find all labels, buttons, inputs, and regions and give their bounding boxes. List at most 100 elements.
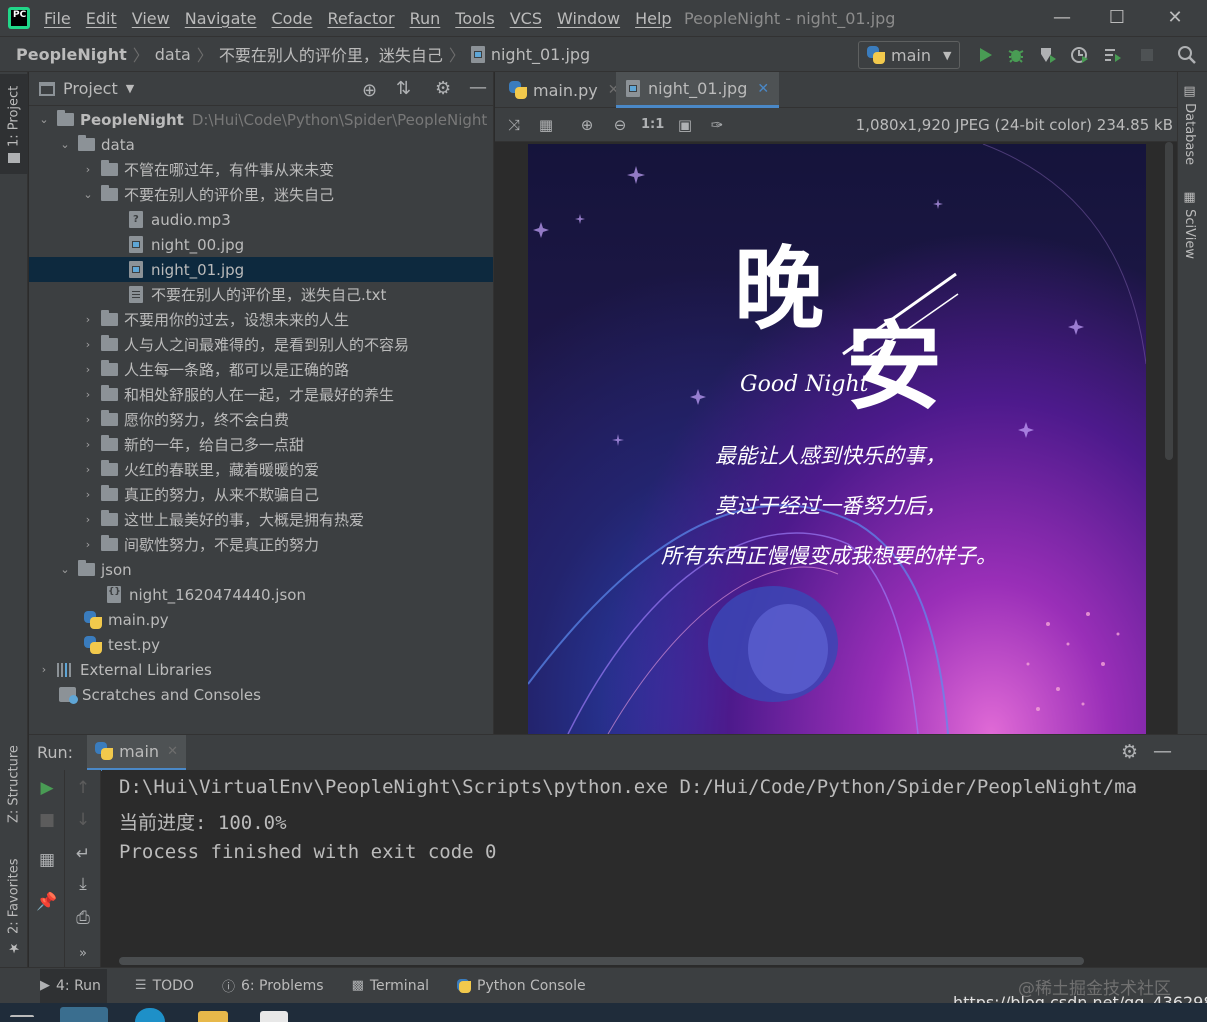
tool-tab-run[interactable]: ▶ 4: Run [40, 968, 107, 1003]
close-icon[interactable]: ✕ [167, 744, 178, 759]
tree-row-folder[interactable]: › 不要用你的过去，设想未来的人生 [29, 307, 493, 332]
zoom-out-icon[interactable]: ⊖ [610, 115, 630, 135]
close-icon[interactable]: ✕ [1163, 6, 1187, 30]
tree-row-root[interactable]: ⌄ PeopleNight D:\Hui\Code\Python\Spider\… [29, 107, 493, 132]
actual-size-button[interactable]: 1:1 [641, 115, 664, 135]
run-config-selector[interactable]: main ▼ [858, 41, 960, 69]
chevron-right-icon[interactable]: › [81, 488, 95, 501]
fit-zoom-icon[interactable]: ⤨ [504, 115, 524, 135]
chevron-down-icon[interactable]: ⌄ [58, 138, 72, 151]
tree-row-file[interactable]: night_00.jpg [29, 232, 493, 257]
menu-navigate[interactable]: Navigate [185, 9, 257, 28]
chevron-right-icon[interactable]: › [81, 338, 95, 351]
tree-row-file[interactable]: audio.mp3 [29, 207, 493, 232]
close-icon[interactable]: ✕ [757, 81, 769, 97]
chevron-right-icon[interactable]: › [37, 663, 51, 676]
chevron-right-icon[interactable]: › [81, 388, 95, 401]
chevron-right-icon[interactable]: › [81, 438, 95, 451]
tree-row-file[interactable]: 不要在别人的评价里，迷失自己.txt [29, 282, 493, 307]
taskbar-notepad-icon[interactable] [260, 1011, 288, 1022]
tree-row-folder[interactable]: › 愿你的努力，终不会白费 [29, 407, 493, 432]
chevron-down-icon[interactable]: ▼ [126, 82, 134, 95]
tab-night-01-jpg[interactable]: night_01.jpg ✕ [616, 72, 780, 108]
gear-icon[interactable]: ⚙ [435, 78, 451, 99]
grid-icon[interactable]: ▦ [536, 115, 556, 135]
gear-icon[interactable]: ⚙ [1121, 741, 1138, 763]
chevron-right-icon[interactable]: › [81, 463, 95, 476]
chevron-right-icon[interactable]: › [81, 513, 95, 526]
print-icon[interactable]: ⎙ [65, 904, 101, 932]
chevron-right-icon[interactable]: › [81, 538, 95, 551]
menu-vcs[interactable]: VCS [510, 9, 542, 28]
pin-icon[interactable]: 📌 [29, 888, 65, 916]
tab-database-tool[interactable]: ▤ Database [1182, 84, 1197, 165]
breadcrumb-file[interactable]: night_01.jpg [491, 45, 590, 64]
chevron-down-icon[interactable]: ⌄ [37, 113, 51, 126]
breadcrumb-project[interactable]: PeopleNight [16, 45, 127, 64]
menu-code[interactable]: Code [272, 9, 313, 28]
layout-icon[interactable]: ▦ [29, 846, 65, 874]
minimize-icon[interactable]: — [1050, 6, 1074, 30]
tree-row-folder[interactable]: › 间歇性努力，不是真正的努力 [29, 532, 493, 557]
chevron-right-icon[interactable]: › [81, 163, 95, 176]
hide-panel-icon[interactable]: — [469, 77, 487, 98]
tree-row-scratches[interactable]: Scratches and Consoles [29, 682, 493, 707]
more-icon[interactable]: » [65, 940, 101, 968]
tree-row-data[interactable]: ⌄ data [29, 132, 493, 157]
run-console[interactable]: D:\Hui\VirtualEnv\PeopleNight\Scripts\py… [102, 770, 1177, 967]
locate-icon[interactable]: ⊕ [362, 80, 377, 101]
search-icon[interactable] [1177, 45, 1197, 65]
taskbar-explorer-icon[interactable] [198, 1011, 228, 1022]
tree-row-folder[interactable]: › 这世上最美好的事，大概是拥有热爱 [29, 507, 493, 532]
menu-refactor[interactable]: Refactor [327, 9, 394, 28]
collapse-all-icon[interactable]: ⇅ [396, 78, 411, 99]
taskbar-browser-icon[interactable] [135, 1008, 165, 1022]
menu-help[interactable]: Help [635, 9, 671, 28]
chevron-right-icon[interactable]: › [81, 363, 95, 376]
tab-project-tool[interactable]: 1: Project [0, 74, 28, 174]
debug-icon[interactable] [1006, 45, 1026, 65]
tab-favorites-tool[interactable]: ★ 2: Favorites [0, 857, 28, 957]
fit-window-icon[interactable]: ▣ [675, 115, 695, 135]
tree-row-file[interactable]: main.py [29, 607, 493, 632]
breadcrumb-folder[interactable]: 不要在别人的评价里，迷失自己 [219, 42, 443, 66]
tool-tab-terminal[interactable]: ▩ Terminal [352, 978, 429, 994]
taskbar-pycharm-icon[interactable] [60, 1007, 108, 1022]
breadcrumb-data[interactable]: data [155, 45, 191, 64]
chevron-down-icon[interactable]: ⌄ [58, 563, 72, 576]
tab-main-py[interactable]: main.py ✕ [499, 72, 629, 108]
scroll-to-end-icon[interactable]: ⤓ [65, 870, 101, 898]
arrow-up-icon[interactable]: ↑ [65, 774, 101, 802]
tree-row-file[interactable]: test.py [29, 632, 493, 657]
run-icon[interactable] [975, 45, 995, 65]
run-tab-main[interactable]: main ✕ [87, 734, 186, 771]
tree-row-folder[interactable]: › 人生每一条路，都可以是正确的路 [29, 357, 493, 382]
menu-run[interactable]: Run [410, 9, 441, 28]
tree-row-external-libraries[interactable]: › External Libraries [29, 657, 493, 682]
tree-row-folder[interactable]: › 火红的春联里，藏着暖暖的爱 [29, 457, 493, 482]
concurrency-icon[interactable] [1103, 45, 1123, 65]
color-picker-icon[interactable]: ✑ [707, 115, 727, 135]
zoom-in-icon[interactable]: ⊕ [577, 115, 597, 135]
arrow-down-icon[interactable]: ↓ [65, 806, 101, 834]
taskbar-start-icon[interactable] [10, 1015, 34, 1017]
chevron-right-icon[interactable]: › [81, 313, 95, 326]
tree-row-file[interactable]: night_1620474440.json [29, 582, 493, 607]
chevron-right-icon[interactable]: › [81, 413, 95, 426]
editor-vertical-scrollbar[interactable] [1165, 142, 1173, 460]
menu-view[interactable]: View [132, 9, 170, 28]
tree-row-folder[interactable]: › 真正的努力，从来不欺骗自己 [29, 482, 493, 507]
profile-icon[interactable] [1070, 45, 1090, 65]
tree-row-json-folder[interactable]: ⌄ json [29, 557, 493, 582]
tree-row-folder[interactable]: › 新的一年，给自己多一点甜 [29, 432, 493, 457]
coverage-icon[interactable] [1038, 45, 1058, 65]
tool-tab-problems[interactable]: ⓘ 6: Problems [222, 976, 324, 996]
stop-icon[interactable]: ■ [29, 806, 65, 834]
chevron-down-icon[interactable]: ⌄ [81, 188, 95, 201]
hide-panel-icon[interactable]: — [1153, 740, 1172, 762]
tree-row-folder[interactable]: › 不管在哪过年，有件事从来未变 [29, 157, 493, 182]
menu-file[interactable]: File [44, 9, 71, 28]
menu-window[interactable]: Window [557, 9, 620, 28]
tab-sciview-tool[interactable]: ▦ SciView [1182, 190, 1197, 259]
project-view-selector[interactable]: Project [63, 79, 118, 98]
